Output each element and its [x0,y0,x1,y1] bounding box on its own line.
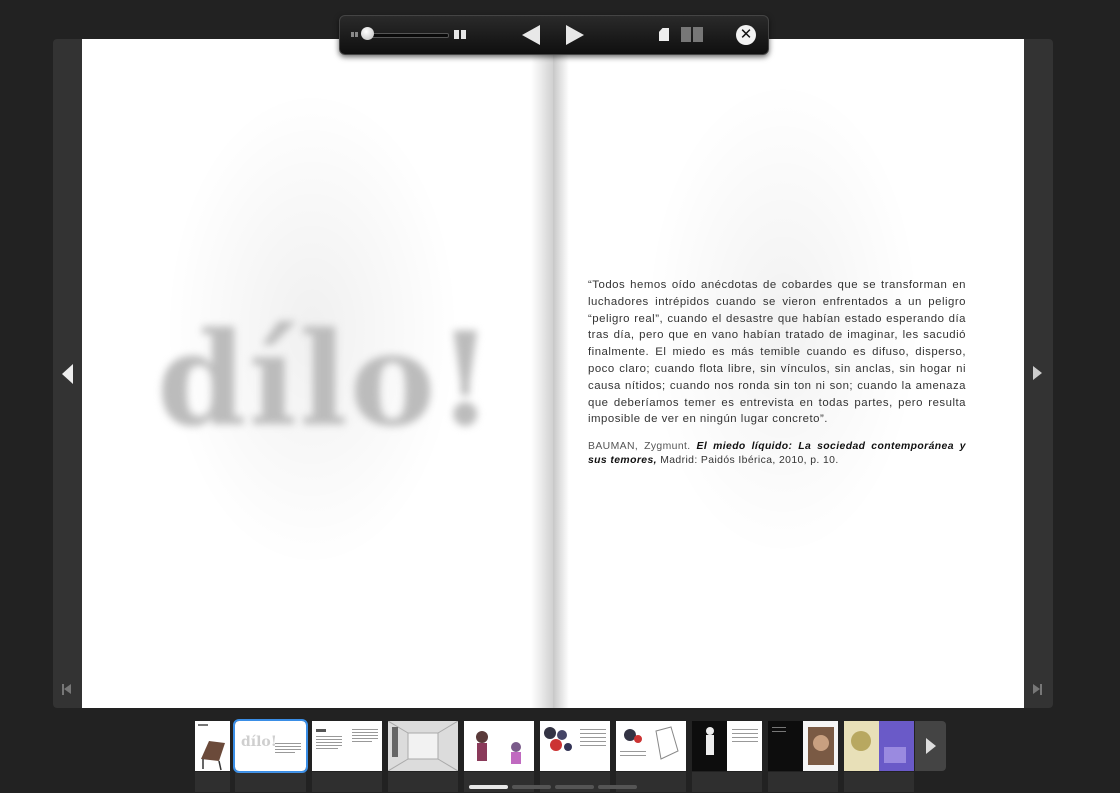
thumbnail-page-indicator-3[interactable] [555,785,594,789]
illustration-image-icon [540,721,610,771]
thumbnail-page-indicator-4[interactable] [598,785,637,789]
figure-image-icon [692,721,762,771]
thumbnail-page-8-9[interactable] [464,721,534,771]
thumbnail-page-12-13[interactable] [616,721,686,771]
thumbnail-page-2-3[interactable]: dílo! [233,719,308,773]
thumbnail-page-18-19[interactable] [844,721,914,771]
zoom-slider[interactable] [362,33,449,38]
next-page-arrow-icon[interactable] [1033,366,1042,380]
first-page-icon[interactable] [62,684,71,695]
right-page: “Todos hemos oído anécdotas de cobardes … [553,39,1024,708]
thumbnail-reflection [235,772,306,792]
thumbnail-reflection [844,772,914,792]
previous-page-button[interactable] [522,25,540,45]
quote-text: “Todos hemos oído anécdotas de cobardes … [588,279,966,426]
portrait-image-icon [768,721,838,771]
thumbnail-reflection [616,772,686,792]
thumbnail-reflection [312,772,382,792]
blurred-heading: dílo! [157,305,496,455]
chair-image-icon [195,721,230,771]
page-gutter [531,39,553,708]
next-page-button[interactable] [566,25,584,45]
collage-image-icon [844,721,914,771]
zoom-out-icon[interactable] [351,32,359,37]
thumbnail-page-1[interactable] [195,721,230,771]
zoom-slider-handle[interactable] [361,27,374,40]
citation: BAUMAN, Zygmunt. El miedo líquido: La so… [588,440,966,468]
double-page-view-icon[interactable] [681,27,703,42]
citation-publisher: Madrid: Paidós Ibérica, 2010, p. 10. [660,455,839,466]
thumbnail-page-14-15[interactable] [692,721,762,771]
thumbnail-page-10-11[interactable] [540,721,610,771]
thumbnail-reflection [540,772,610,792]
previous-page-arrow-icon[interactable] [62,364,73,384]
thumbnail-reflection [768,772,838,792]
close-button[interactable]: ✕ [736,25,756,45]
figures-image-icon [464,721,534,771]
zoom-in-icon[interactable] [454,30,467,39]
thumbnail-page-6-7[interactable] [388,721,458,771]
thumbnail-reflection [692,772,762,792]
citation-author: BAUMAN, Zygmunt. [588,441,691,452]
room-image-icon [388,721,458,771]
thumbnail-page-indicator-2[interactable] [512,785,551,789]
thumbnail-reflection [195,772,230,792]
thumbnail-page-indicator-1[interactable] [469,785,508,789]
last-page-icon[interactable] [1033,684,1042,695]
left-page: dílo! [82,39,553,708]
page-gutter [553,39,569,708]
thumbnail-heading: dílo! [241,734,277,750]
thumbnail-page-16-17[interactable] [768,721,838,771]
viewer-toolbar: ✕ [339,15,769,55]
thumbnails-next-icon[interactable] [915,721,946,771]
single-page-view-icon[interactable] [659,28,669,41]
thumbnail-page-4-5[interactable] [312,721,382,771]
thumbnail-reflection [388,772,458,792]
illustration-image-icon [616,721,686,771]
thumbnail-reflection [464,772,534,792]
